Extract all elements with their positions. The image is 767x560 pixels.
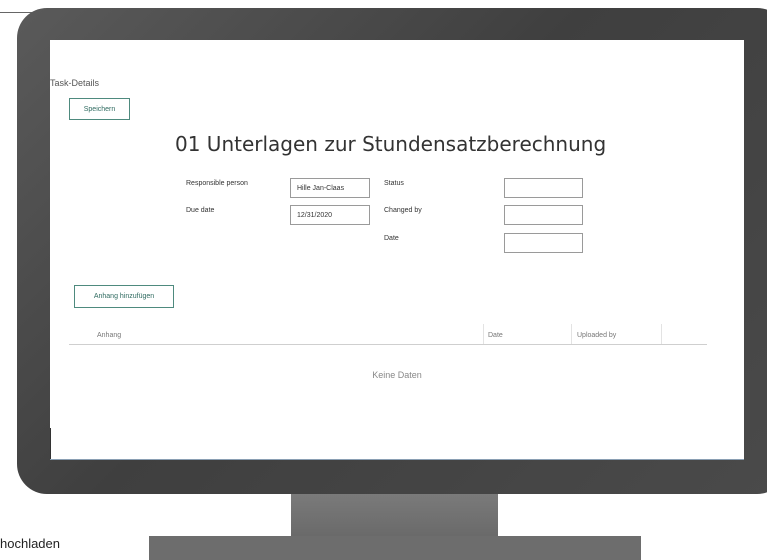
changed-by-label: Changed by bbox=[384, 207, 422, 214]
column-separator bbox=[483, 324, 484, 344]
screen-bottom-edge bbox=[50, 459, 744, 460]
changed-by-field[interactable] bbox=[504, 205, 583, 225]
column-separator bbox=[571, 324, 572, 344]
column-header-uploaded-by[interactable]: Uploaded by bbox=[577, 332, 616, 339]
date-label: Date bbox=[384, 235, 399, 242]
status-label: Status bbox=[384, 180, 404, 187]
task-details-header: Task-Details bbox=[50, 78, 100, 88]
monitor-stand-base bbox=[149, 536, 641, 560]
responsible-person-label: Responsible person bbox=[186, 180, 248, 187]
empty-state-text: Keine Daten bbox=[372, 370, 422, 380]
screen-edge-line bbox=[50, 428, 51, 460]
column-header-date[interactable]: Date bbox=[488, 332, 503, 339]
due-date-field[interactable]: 12/31/2020 bbox=[290, 205, 370, 225]
column-header-attachment[interactable]: Anhang bbox=[97, 332, 121, 339]
status-field[interactable] bbox=[504, 178, 583, 198]
grid-header-divider bbox=[69, 344, 707, 345]
responsible-person-field[interactable]: Hille Jan-Claas bbox=[290, 178, 370, 198]
monitor-screen: Task-Details Speichern 01 Unterlagen zur… bbox=[50, 40, 744, 460]
save-button[interactable]: Speichern bbox=[69, 98, 130, 120]
monitor-stand-neck bbox=[291, 494, 498, 536]
column-separator bbox=[661, 324, 662, 344]
date-field[interactable] bbox=[504, 233, 583, 253]
caption-text: hochladen bbox=[0, 536, 60, 551]
due-date-label: Due date bbox=[186, 207, 215, 214]
page-title: 01 Unterlagen zur Stundensatzberechnung bbox=[175, 132, 607, 156]
add-attachment-button[interactable]: Anhang hinzufügen bbox=[74, 285, 174, 308]
